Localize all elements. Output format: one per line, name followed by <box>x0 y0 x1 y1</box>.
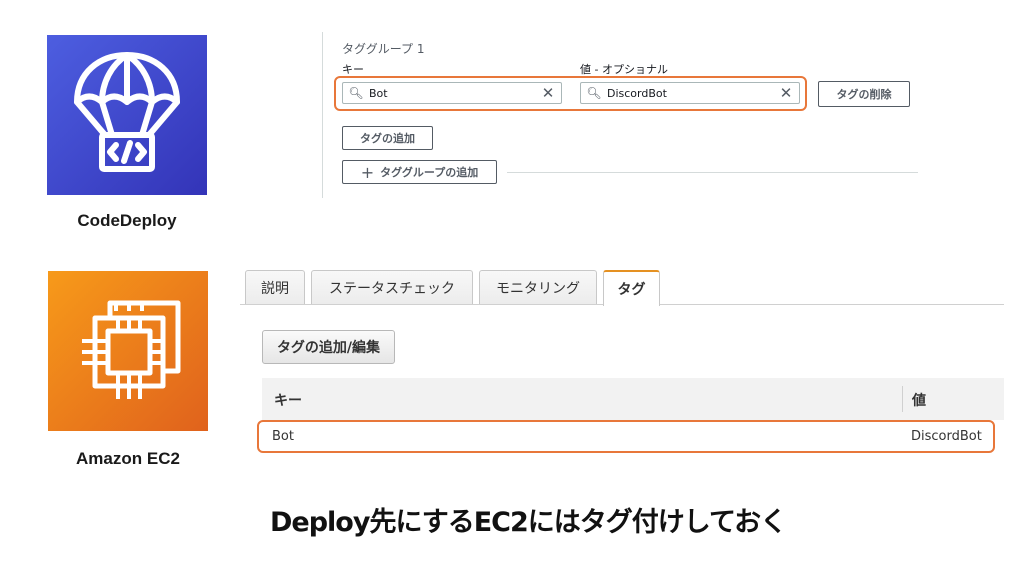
slide-caption: Deploy先にするEC2にはタグ付けしておく <box>270 507 787 538</box>
add-edit-tags-button[interactable]: タグの追加/編集 <box>262 330 395 364</box>
panel-border <box>322 32 323 198</box>
column-header-key: キー <box>274 393 302 409</box>
ec2-label: Amazon EC2 <box>76 449 180 468</box>
delete-tag-button-label: タグの削除 <box>836 88 892 101</box>
add-edit-tags-button-label: タグの追加/編集 <box>276 340 381 356</box>
tab-description[interactable]: 説明 <box>245 270 305 304</box>
parachute-code-icon <box>74 52 180 172</box>
codedeploy-label: CodeDeploy <box>77 211 177 230</box>
tab-label: 説明 <box>261 280 289 297</box>
tab-label: モニタリング <box>496 280 580 297</box>
value-label: 値 - オプショナル <box>580 63 668 76</box>
add-tag-button[interactable]: タグの追加 <box>342 126 433 150</box>
add-tag-button-label: タグの追加 <box>360 132 415 145</box>
plus-icon: + <box>360 162 375 182</box>
tag-group-title: タググループ 1 <box>342 42 425 56</box>
chip-icon <box>82 300 181 399</box>
add-tag-group-button[interactable]: + タググループの追加 <box>342 160 497 184</box>
delete-tag-button[interactable]: タグの削除 <box>818 81 910 107</box>
column-header-value: 値 <box>912 393 926 409</box>
add-tag-group-button-label: タググループの追加 <box>380 166 479 179</box>
divider <box>507 172 918 173</box>
tab-label: ステータスチェック <box>329 280 455 297</box>
tab-label: タグ <box>617 282 646 298</box>
column-divider <box>902 386 903 412</box>
tab-status-check[interactable]: ステータスチェック <box>311 270 473 304</box>
tab-monitoring[interactable]: モニタリング <box>479 270 597 304</box>
ec2-icon <box>48 271 208 431</box>
tab-tags[interactable]: タグ <box>603 270 660 306</box>
highlight-box-top <box>334 76 807 111</box>
table-header: キー 値 <box>262 378 1004 420</box>
key-label: キー <box>342 63 364 76</box>
highlight-box-bottom <box>257 420 995 453</box>
codedeploy-icon <box>47 35 207 195</box>
